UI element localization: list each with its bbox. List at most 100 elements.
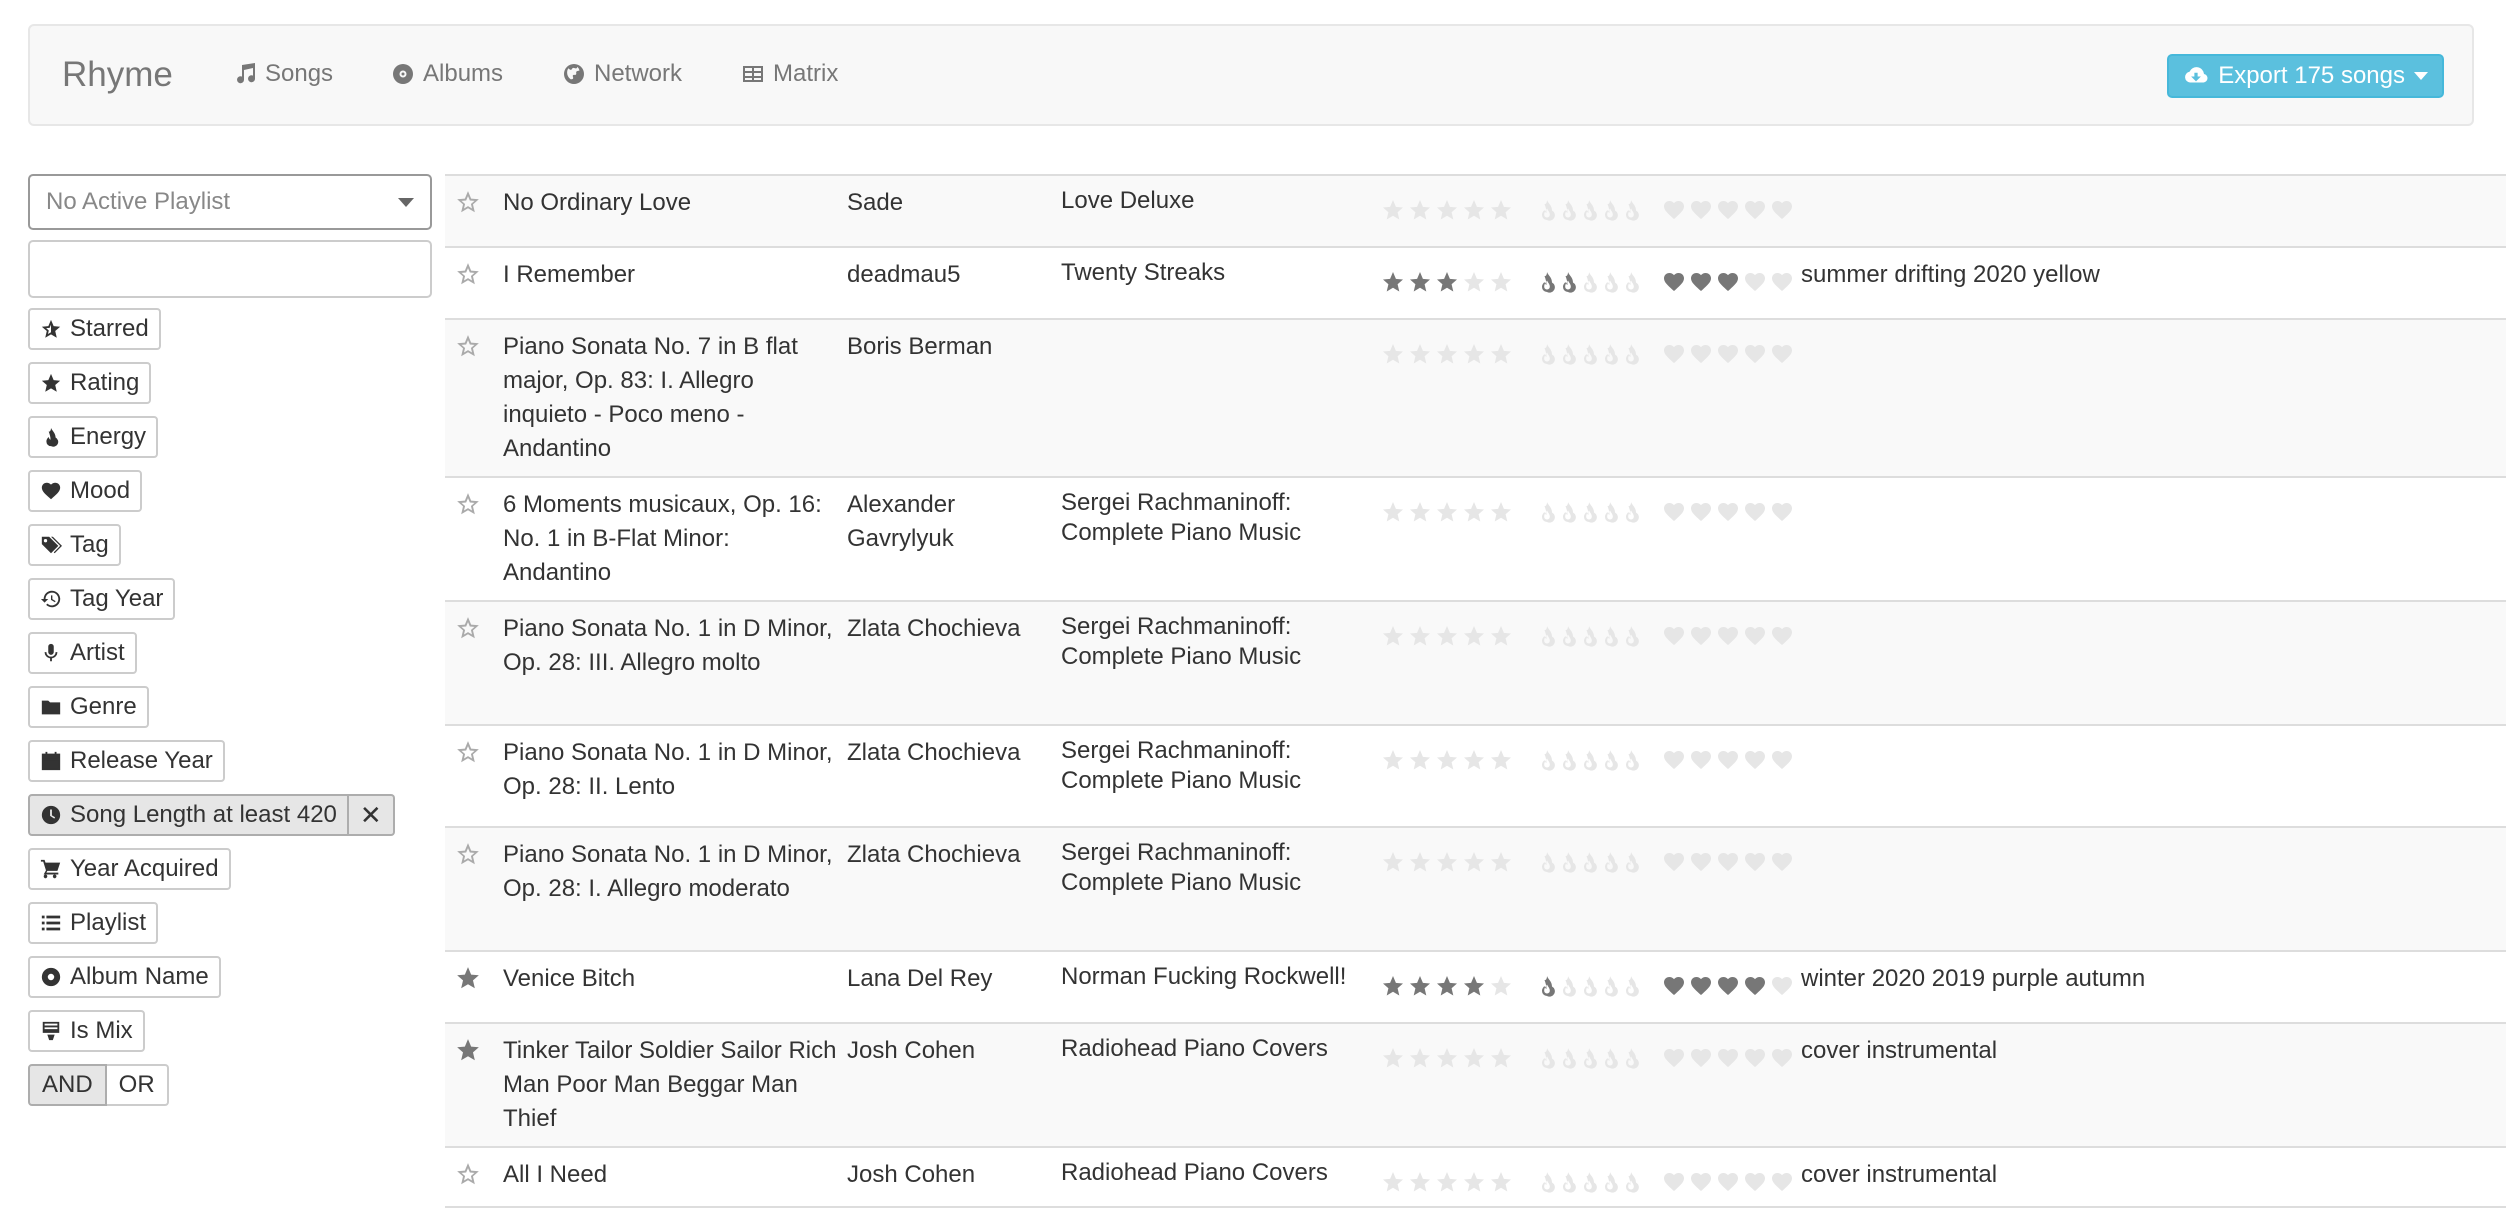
star-icon[interactable]: [1462, 198, 1486, 222]
heart-icon[interactable]: [1743, 500, 1767, 524]
star-icon[interactable]: [1435, 624, 1459, 648]
heart-icon[interactable]: [1743, 198, 1767, 222]
nav-songs[interactable]: Songs: [233, 60, 333, 88]
fire-icon[interactable]: [1600, 850, 1620, 874]
fire-icon[interactable]: [1621, 198, 1641, 222]
star-icon[interactable]: [1435, 974, 1459, 998]
heart-icon[interactable]: [1716, 624, 1740, 648]
song-name[interactable]: No Ordinary Love: [503, 186, 838, 220]
fire-icon[interactable]: [1579, 1046, 1599, 1070]
filter-tag-button[interactable]: Tag: [28, 524, 121, 566]
fire-icon[interactable]: [1558, 1046, 1578, 1070]
song-row[interactable]: All I Need Josh Cohen Radiohead Piano Cove…: [445, 1148, 2506, 1208]
song-name[interactable]: Venice Bitch: [503, 962, 838, 996]
fire-icon[interactable]: [1579, 270, 1599, 294]
heart-icon[interactable]: [1662, 342, 1686, 366]
heart-icon[interactable]: [1770, 974, 1794, 998]
song-row[interactable]: Piano Sonata No. 7 in B flat major, Op. …: [445, 320, 2506, 478]
fire-icon[interactable]: [1558, 850, 1578, 874]
fire-icon[interactable]: [1579, 748, 1599, 772]
song-name[interactable]: Piano Sonata No. 7 in B flat major, Op. …: [503, 330, 838, 466]
fire-icon[interactable]: [1558, 270, 1578, 294]
heart-icon[interactable]: [1770, 1170, 1794, 1194]
star-icon[interactable]: [1381, 748, 1405, 772]
song-album[interactable]: Radiohead Piano Covers: [1061, 1034, 1366, 1064]
fire-icon[interactable]: [1558, 198, 1578, 222]
song-album[interactable]: Twenty Streaks: [1061, 258, 1366, 288]
fire-icon[interactable]: [1621, 342, 1641, 366]
star-icon[interactable]: [1435, 500, 1459, 524]
fire-icon[interactable]: [1579, 974, 1599, 998]
energy-flames[interactable]: [1537, 1046, 1641, 1070]
star-icon[interactable]: [1489, 270, 1513, 294]
star-icon[interactable]: [1408, 500, 1432, 524]
heart-icon[interactable]: [1662, 1170, 1686, 1194]
fire-icon[interactable]: [1558, 342, 1578, 366]
rating-stars[interactable]: [1381, 748, 1513, 772]
playlist-select[interactable]: No Active Playlist: [28, 174, 432, 230]
filter-is-mix-button[interactable]: Is Mix: [28, 1010, 145, 1052]
fire-icon[interactable]: [1579, 500, 1599, 524]
heart-icon[interactable]: [1716, 342, 1740, 366]
energy-flames[interactable]: [1537, 624, 1641, 648]
filter-tag-year-button[interactable]: Tag Year: [28, 578, 176, 620]
heart-icon[interactable]: [1770, 270, 1794, 294]
heart-icon[interactable]: [1662, 850, 1686, 874]
mood-hearts[interactable]: [1662, 500, 1794, 524]
star-icon[interactable]: [1489, 500, 1513, 524]
fire-icon[interactable]: [1600, 974, 1620, 998]
mood-hearts[interactable]: [1662, 198, 1794, 222]
star-outline-icon[interactable]: [455, 1161, 483, 1189]
star-icon[interactable]: [1381, 198, 1405, 222]
star-icon[interactable]: [1381, 1170, 1405, 1194]
fire-icon[interactable]: [1621, 1170, 1641, 1194]
heart-icon[interactable]: [1770, 748, 1794, 772]
star-icon[interactable]: [1435, 198, 1459, 222]
filter-mood-button[interactable]: Mood: [28, 470, 143, 512]
heart-icon[interactable]: [1662, 748, 1686, 772]
star-icon[interactable]: [1489, 974, 1513, 998]
star-icon[interactable]: [1408, 270, 1432, 294]
heart-icon[interactable]: [1716, 1170, 1740, 1194]
mood-hearts[interactable]: [1662, 1170, 1794, 1194]
song-artist[interactable]: Zlata Chochieva: [847, 736, 1047, 770]
fire-icon[interactable]: [1537, 270, 1557, 294]
song-artist[interactable]: Zlata Chochieva: [847, 838, 1047, 872]
rating-stars[interactable]: [1381, 974, 1513, 998]
song-album[interactable]: Sergei Rachmaninoff: Complete Piano Musi…: [1061, 736, 1366, 796]
star-icon[interactable]: [1489, 1046, 1513, 1070]
rating-stars[interactable]: [1381, 198, 1513, 222]
heart-icon[interactable]: [1716, 500, 1740, 524]
heart-icon[interactable]: [1689, 270, 1713, 294]
energy-flames[interactable]: [1537, 342, 1641, 366]
filter-energy-button[interactable]: Energy: [28, 416, 159, 458]
star-icon[interactable]: [1381, 624, 1405, 648]
energy-flames[interactable]: [1537, 500, 1641, 524]
heart-icon[interactable]: [1743, 850, 1767, 874]
song-artist[interactable]: Sade: [847, 186, 1047, 220]
heart-icon[interactable]: [1770, 342, 1794, 366]
mood-hearts[interactable]: [1662, 974, 1794, 998]
song-artist[interactable]: Josh Cohen: [847, 1158, 1047, 1192]
heart-icon[interactable]: [1716, 850, 1740, 874]
song-album[interactable]: Love Deluxe: [1061, 186, 1366, 216]
heart-icon[interactable]: [1716, 198, 1740, 222]
song-row[interactable]: Piano Sonata No. 1 in D Minor, Op. 28: I…: [445, 602, 2506, 726]
star-icon[interactable]: [1489, 342, 1513, 366]
song-artist[interactable]: deadmau5: [847, 258, 1047, 292]
mood-hearts[interactable]: [1662, 748, 1794, 772]
song-album[interactable]: Sergei Rachmaninoff: Complete Piano Musi…: [1061, 488, 1366, 548]
song-name[interactable]: Piano Sonata No. 1 in D Minor, Op. 28: I…: [503, 736, 838, 804]
fire-icon[interactable]: [1600, 1170, 1620, 1194]
fire-icon[interactable]: [1621, 500, 1641, 524]
star-icon[interactable]: [1435, 1170, 1459, 1194]
heart-icon[interactable]: [1689, 342, 1713, 366]
fire-icon[interactable]: [1579, 198, 1599, 222]
song-row[interactable]: Piano Sonata No. 1 in D Minor, Op. 28: I…: [445, 828, 2506, 952]
filter-album-name-button[interactable]: Album Name: [28, 956, 221, 998]
song-row[interactable]: Tinker Tailor Soldier Sailor Rich Man Po…: [445, 1024, 2506, 1148]
energy-flames[interactable]: [1537, 270, 1641, 294]
fire-icon[interactable]: [1621, 270, 1641, 294]
fire-icon[interactable]: [1537, 624, 1557, 648]
star-icon[interactable]: [1408, 624, 1432, 648]
